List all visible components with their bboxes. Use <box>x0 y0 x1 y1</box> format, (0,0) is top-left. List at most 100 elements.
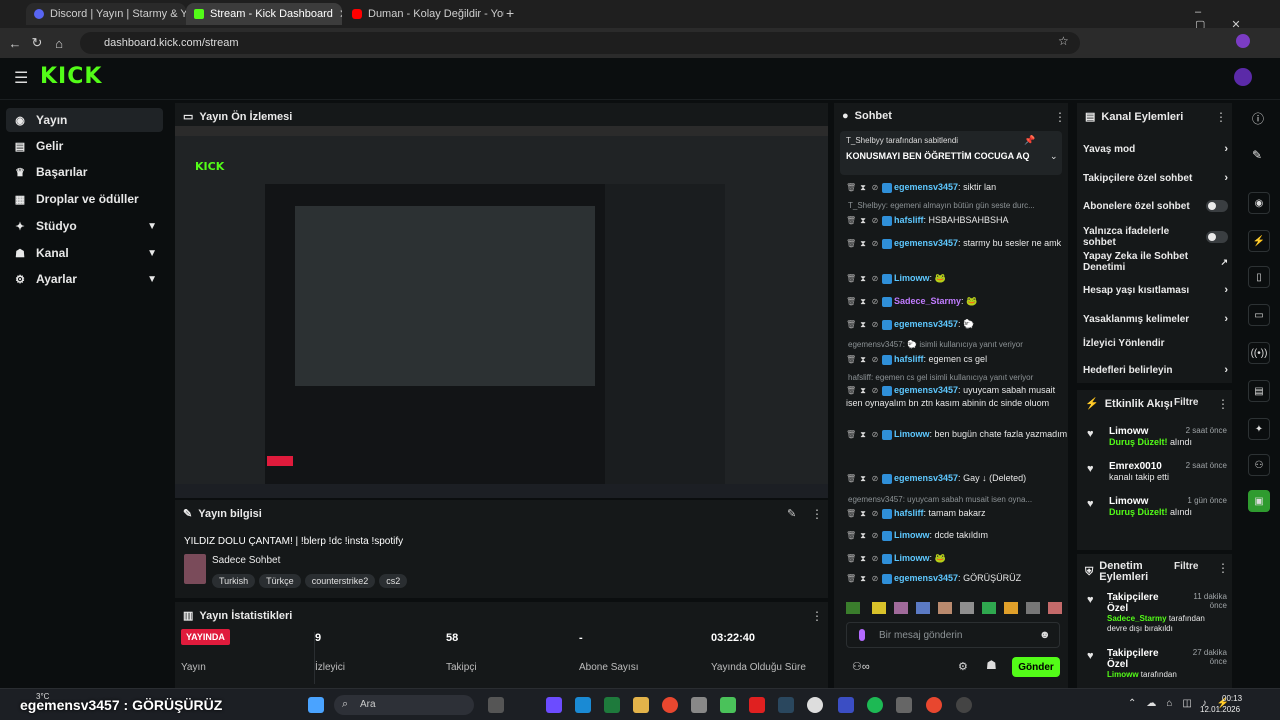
app-icon[interactable] <box>838 697 854 713</box>
sidebar-item-studyo[interactable]: ✦ Stüdyo ▼ <box>6 214 163 238</box>
signal-icon[interactable]: ((•)) <box>1248 342 1270 364</box>
ban-icon[interactable]: ⊘ <box>870 355 880 365</box>
trash-icon[interactable]: 🗑 <box>846 274 856 284</box>
channel-action-item[interactable]: Yavaş mod › <box>1083 143 1228 155</box>
ban-icon[interactable]: ⊘ <box>870 509 880 519</box>
chat-username[interactable]: Limoww <box>894 273 930 283</box>
sidebar-item-gelir[interactable]: ▤ Gelir <box>6 134 163 158</box>
reload-icon[interactable]: ↻ <box>26 35 48 51</box>
chat-message[interactable]: 🗑 ⧗ ⊘ egemensv3457: uyuycam sabah musait is… <box>846 384 1068 410</box>
sidebar-item-basarilar[interactable]: ♛ Başarılar <box>6 160 163 184</box>
channel-action-item[interactable]: Takipçilere özel sohbet › <box>1083 172 1228 184</box>
taskbar-search[interactable]: ⌕ Ara <box>334 695 474 715</box>
timeout-icon[interactable]: ⧗ <box>858 430 868 440</box>
chat-reply-preview[interactable]: T_Shelbyy: egemeni almayın bütün gün ses… <box>848 201 1063 210</box>
ban-icon[interactable]: ⊘ <box>870 274 880 284</box>
chat-username[interactable]: Limoww <box>894 429 930 439</box>
steam-icon[interactable] <box>778 697 794 713</box>
back-icon[interactable]: ← <box>4 36 26 51</box>
url-input[interactable]: dashboard.kick.com/stream <box>80 32 1080 54</box>
chat-message[interactable]: 🗑 ⧗ ⊘ Limoww: ben bugün chate fazla yazmadı… <box>846 428 1068 441</box>
chat-username[interactable]: egemensv3457 <box>894 319 958 329</box>
filter-button[interactable]: Filtre <box>1174 561 1198 572</box>
trash-icon[interactable]: 🗑 <box>846 386 856 396</box>
chat-username[interactable]: egemensv3457 <box>894 385 958 395</box>
message-icon[interactable]: ▭ <box>1248 304 1270 326</box>
chat-bot-icon[interactable]: ☗ <box>986 658 997 672</box>
group-icon[interactable]: ⚇ <box>1248 454 1270 476</box>
chat-message[interactable]: 🗑 ⧗ ⊘ Limoww: 🐸 <box>846 552 1068 565</box>
stream-preview-video[interactable]: KICK <box>175 126 828 498</box>
info-icon[interactable]: ⓘ <box>1252 110 1264 127</box>
app-icon[interactable] <box>691 697 707 713</box>
taskview-icon[interactable] <box>488 697 504 713</box>
chevron-down-icon[interactable]: ⌄ <box>1050 151 1058 162</box>
ban-icon[interactable]: ⊘ <box>870 216 880 226</box>
mod-user[interactable]: Limoww <box>1107 670 1139 679</box>
trash-icon[interactable]: 🗑 <box>846 574 856 584</box>
trash-icon[interactable]: 🗑 <box>846 297 856 307</box>
tab-kick-dashboard[interactable]: Stream - Kick Dashboard ✕ <box>186 3 342 25</box>
app-icon[interactable] <box>807 697 823 713</box>
timeout-icon[interactable]: ⧗ <box>858 216 868 226</box>
moderation-event[interactable]: ♥ Takipçilere Özel Sadece_Starmy tarafında… <box>1087 592 1227 634</box>
emoji-icon[interactable]: ☻ <box>1039 629 1051 641</box>
kick-logo[interactable]: KICK <box>40 64 102 89</box>
chat-message[interactable]: 🗑 ⧗ ⊘ egemensv3457: 🐑 <box>846 318 1068 331</box>
ban-icon[interactable]: ⊘ <box>870 320 880 330</box>
channel-action-item[interactable]: Hedefleri belirleyin › <box>1083 364 1228 376</box>
trash-icon[interactable]: 🗑 <box>846 183 856 193</box>
clock-time[interactable]: 00:13 <box>1222 694 1242 703</box>
wrench-icon[interactable]: ✦ <box>1248 418 1270 440</box>
ban-icon[interactable]: ⊘ <box>870 574 880 584</box>
xbox-icon[interactable] <box>720 697 736 713</box>
filter-button[interactable]: Filtre <box>1174 397 1198 408</box>
channel-action-item[interactable]: Yasaklanmış kelimeler › <box>1083 313 1228 325</box>
more-icon[interactable]: ⋮ <box>1217 561 1229 575</box>
tag-pill[interactable]: Türkçe <box>259 574 301 588</box>
ban-icon[interactable]: ⊘ <box>870 554 880 564</box>
bookmark-star-icon[interactable]: ☆ <box>1058 34 1069 48</box>
edit-icon[interactable]: ✎ <box>787 507 796 520</box>
trash-icon[interactable]: 🗑 <box>846 320 856 330</box>
youtube-icon[interactable] <box>749 697 765 713</box>
chat-message[interactable]: 🗑 ⧗ ⊘ Limoww: dcde takıldım <box>846 529 1068 542</box>
tag-pill[interactable]: cs2 <box>379 574 408 588</box>
ban-icon[interactable]: ⊘ <box>870 474 880 484</box>
toggle-switch[interactable] <box>1206 200 1228 212</box>
sidebar-item-kanal[interactable]: ☗ Kanal ▼ <box>6 241 163 265</box>
toggle-switch[interactable] <box>1206 231 1228 243</box>
chat-username[interactable]: Sadece_Starmy <box>894 296 961 306</box>
app-icon[interactable] <box>956 697 972 713</box>
emote-bar[interactable] <box>846 600 1066 616</box>
more-icon[interactable]: ⋮ <box>1054 110 1066 124</box>
windows-start-icon[interactable] <box>308 697 324 713</box>
mod-user[interactable]: Sadece_Starmy <box>1107 614 1167 623</box>
spotify-icon[interactable] <box>867 697 883 713</box>
chat-message[interactable]: 🗑 ⧗ ⊘ hafsliff: tamam bakarz <box>846 507 1068 520</box>
chat-username[interactable]: Limoww <box>894 530 930 540</box>
chat-message[interactable]: 🗑 ⧗ ⊘ hafsliff: egemen cs gel <box>846 353 1068 366</box>
chat-reply-preview[interactable]: egemensv3457: 🐑 isimli kullanıcıya yanıt… <box>848 340 1063 349</box>
timeout-icon[interactable]: ⧗ <box>858 474 868 484</box>
layout-icon[interactable]: ▤ <box>1248 380 1270 402</box>
chat-username[interactable]: egemensv3457 <box>894 182 958 192</box>
timeout-icon[interactable]: ⧗ <box>858 574 868 584</box>
chat-username[interactable]: hafsliff <box>894 354 924 364</box>
timeout-icon[interactable]: ⧗ <box>858 355 868 365</box>
channel-action-item[interactable]: Yalnızca ifadelerle sohbet <box>1083 226 1228 248</box>
chat-reply-preview[interactable]: egemensv3457: uyuycam sabah musait isen … <box>848 495 1063 504</box>
app-icon[interactable] <box>546 697 562 713</box>
timeout-icon[interactable]: ⧗ <box>858 386 868 396</box>
activity-event[interactable]: ♥ Emrex0010 kanalı takip etti 2 saat önce <box>1087 461 1227 482</box>
timeout-icon[interactable]: ⧗ <box>858 320 868 330</box>
timeout-icon[interactable]: ⧗ <box>858 274 868 284</box>
timeout-icon[interactable]: ⧗ <box>858 297 868 307</box>
chat-message[interactable]: 🗑 ⧗ ⊘ egemensv3457: GÖRÜŞÜRÜZ <box>846 572 1068 585</box>
pin-icon[interactable]: 📌 <box>1024 135 1035 146</box>
new-tab-button[interactable]: + <box>506 5 514 21</box>
camera-icon[interactable]: ◉ <box>1248 192 1270 214</box>
activity-event[interactable]: ♥ Limoww Duruş Düzelt! alındı 1 gün önce <box>1087 496 1227 517</box>
ban-icon[interactable]: ⊘ <box>870 183 880 193</box>
mobile-icon[interactable]: ▯ <box>1248 266 1270 288</box>
